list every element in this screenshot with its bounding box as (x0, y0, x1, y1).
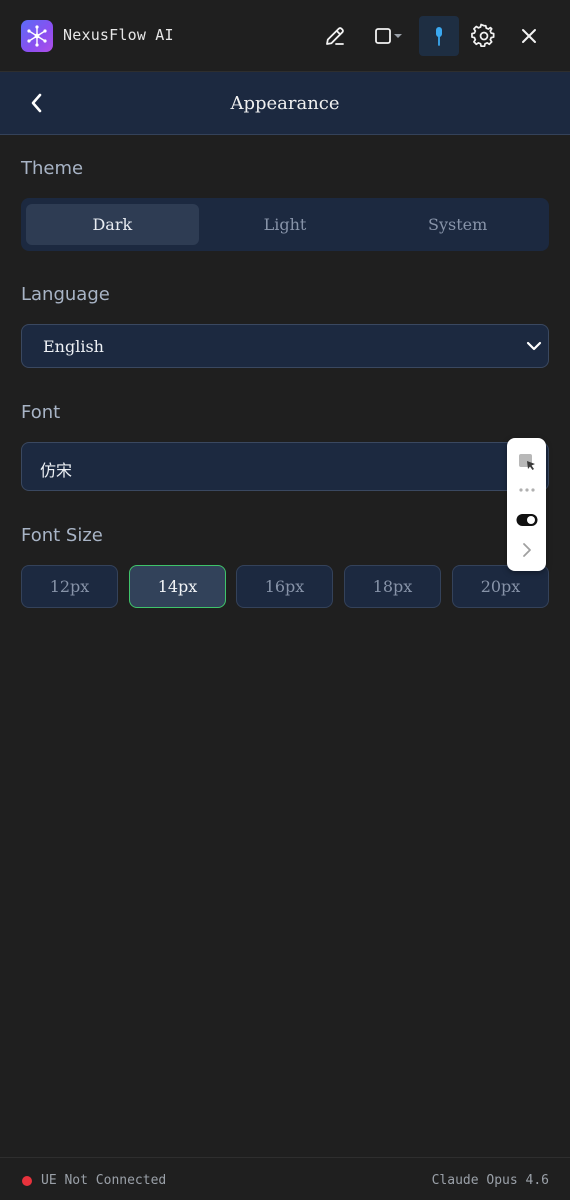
toggle-icon (516, 514, 537, 526)
connection-status: UE Not Connected (41, 1173, 167, 1188)
theme-label: Theme (21, 158, 84, 179)
theme-selector: Dark Light System (21, 198, 549, 251)
theme-option-system[interactable]: System (371, 204, 544, 245)
edit-icon (326, 27, 344, 45)
font-label: Font (21, 402, 61, 423)
language-select[interactable]: English (21, 324, 549, 368)
edit-button[interactable] (322, 16, 348, 56)
select-element-button[interactable] (507, 450, 546, 474)
chevron-right-icon (522, 543, 531, 557)
chevron-down-icon (394, 34, 402, 38)
app-title: NexusFlow AI (63, 26, 174, 44)
window-mode-button[interactable] (368, 16, 408, 56)
page-title: Appearance (230, 93, 340, 114)
status-indicator (22, 1176, 32, 1186)
font-size-20[interactable]: 20px (452, 565, 549, 608)
close-button[interactable] (518, 16, 540, 56)
toggle-switch[interactable] (507, 510, 546, 530)
floating-toolbar (507, 438, 546, 571)
more-icon[interactable] (507, 482, 546, 498)
chevron-down-icon (525, 337, 543, 359)
font-size-12[interactable]: 12px (21, 565, 118, 608)
language-label: Language (21, 284, 110, 305)
font-size-14[interactable]: 14px (129, 565, 226, 608)
cursor-select-icon (518, 454, 535, 470)
theme-option-dark[interactable]: Dark (26, 204, 199, 245)
model-name[interactable]: Claude Opus 4.6 (432, 1173, 549, 1188)
font-size-18[interactable]: 18px (344, 565, 441, 608)
font-value: 仿宋 (40, 461, 73, 480)
theme-option-light[interactable]: Light (199, 204, 372, 245)
font-size-16[interactable]: 16px (236, 565, 333, 608)
page-header: Appearance (0, 72, 570, 135)
expand-button[interactable] (507, 538, 546, 562)
window-icon (375, 28, 391, 44)
close-icon (522, 29, 536, 43)
app-logo (21, 20, 53, 52)
pin-button[interactable] (419, 16, 459, 56)
font-field[interactable]: 仿宋 (21, 442, 549, 491)
pin-icon (436, 27, 442, 46)
gear-icon (471, 23, 495, 48)
nexus-logo-icon (27, 25, 47, 47)
top-bar: NexusFlow AI (0, 0, 570, 72)
status-bar: UE Not Connected Claude Opus 4.6 (0, 1157, 570, 1200)
font-size-label: Font Size (21, 525, 103, 546)
settings-button[interactable] (470, 16, 498, 56)
language-value: English (43, 337, 104, 356)
